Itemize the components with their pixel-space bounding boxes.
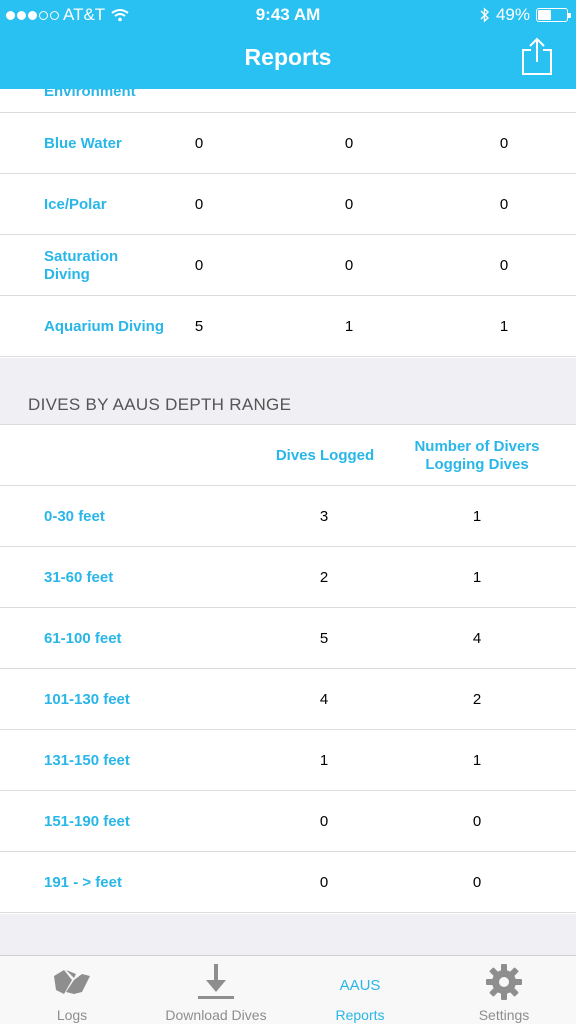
cell-dives: 3 [319, 508, 329, 525]
tab-logs[interactable]: Logs [0, 956, 144, 1024]
cell-value: 5 [194, 318, 204, 335]
cell-divers: 1 [472, 569, 482, 586]
cell-dives: 0 [319, 813, 329, 830]
cell-divers: 0 [472, 874, 482, 891]
bluetooth-icon [480, 7, 489, 23]
cell-divers: 1 [472, 752, 482, 769]
column-header-dives-logged: Dives Logged [275, 446, 375, 464]
row-label: 101-130 feet [44, 690, 130, 708]
section-title: DIVES BY AAUS DEPTH RANGE [28, 395, 292, 414]
cell-dives: 1 [319, 752, 329, 769]
share-icon [522, 37, 552, 75]
cell-value: 1 [499, 318, 509, 335]
tab-label: Download Dives [165, 1007, 267, 1023]
cell-divers: 1 [472, 508, 482, 525]
battery-percent: 49% [495, 5, 530, 24]
row-label: Blue Water [44, 134, 122, 152]
row-label: Aquarium Diving [44, 317, 165, 335]
table-row: 101-130 feet 4 2 [0, 669, 576, 730]
status-right: 49% [480, 5, 571, 25]
battery-fill [538, 10, 551, 20]
tab-download-dives[interactable]: Download Dives [144, 956, 288, 1024]
tab-bar: Logs Download Dives AAUS Reports Setting… [0, 955, 576, 1024]
row-label: 151-190 feet [44, 812, 130, 830]
cell-value: 0 [499, 196, 509, 213]
cell-value: 0 [499, 135, 509, 152]
report-content[interactable]: Environment Blue Water 0 0 0 Ice/Polar 0… [0, 89, 576, 955]
table-row: Aquarium Diving 5 1 1 [0, 296, 576, 357]
table-header-row: Dives Logged Number of Divers Logging Di… [0, 425, 576, 486]
row-label: Saturation Diving [44, 247, 119, 283]
cell-value: 0 [194, 135, 204, 152]
table-row: 191 - > feet 0 0 [0, 852, 576, 913]
cell-divers: 0 [472, 813, 482, 830]
share-button[interactable] [520, 36, 554, 76]
row-label: 31-60 feet [44, 568, 114, 586]
map-icon [54, 970, 90, 994]
cell-dives: 2 [319, 569, 329, 586]
row-label: 0-30 feet [44, 507, 105, 525]
cell-value: 0 [344, 257, 354, 274]
table-row: 151-190 feet 0 0 [0, 791, 576, 852]
table-row: 131-150 feet 1 1 [0, 730, 576, 791]
footer-band [0, 914, 576, 955]
table-row: Environment [0, 89, 576, 113]
cell-value: 0 [194, 257, 204, 274]
tab-label: Reports [335, 1007, 385, 1023]
navigation-header: AT&T 9:43 AM 49% Reports [0, 0, 576, 89]
row-label: 61-100 feet [44, 629, 122, 647]
row-label: Environment [44, 89, 136, 100]
cell-value: 0 [499, 257, 509, 274]
cell-dives: 4 [319, 691, 329, 708]
row-label: 191 - > feet [44, 873, 122, 891]
cell-dives: 5 [319, 630, 329, 647]
tab-label: Settings [478, 1007, 530, 1023]
section-header: DIVES BY AAUS DEPTH RANGE [0, 358, 576, 425]
download-icon [198, 964, 234, 999]
tab-label: Logs [56, 1007, 88, 1023]
cell-divers: 4 [472, 630, 482, 647]
row-label: Ice/Polar [44, 195, 107, 213]
cell-dives: 0 [319, 874, 329, 891]
battery-icon [536, 8, 571, 22]
table-row: Saturation Diving 0 0 0 [0, 235, 576, 296]
row-label: 131-150 feet [44, 751, 130, 769]
cell-value: 0 [194, 196, 204, 213]
cell-value: 0 [344, 196, 354, 213]
cell-value: 1 [344, 318, 354, 335]
gear-icon [486, 964, 522, 1000]
column-header-divers-logging: Number of Divers Logging Dives [414, 437, 540, 473]
cell-divers: 2 [472, 691, 482, 708]
table-row: 0-30 feet 3 1 [0, 486, 576, 547]
battery-tip [568, 13, 571, 18]
tab-settings[interactable]: Settings [432, 956, 576, 1024]
table-row: 61-100 feet 5 4 [0, 608, 576, 669]
table-row: Ice/Polar 0 0 0 [0, 174, 576, 235]
status-bar: AT&T 9:43 AM 49% [0, 0, 576, 30]
aaus-icon: AAUS [339, 977, 381, 994]
cell-value: 0 [344, 135, 354, 152]
table-row: 31-60 feet 2 1 [0, 547, 576, 608]
page-title: Reports [244, 44, 332, 70]
table-row: Blue Water 0 0 0 [0, 113, 576, 174]
tab-reports[interactable]: AAUS Reports [288, 956, 432, 1024]
